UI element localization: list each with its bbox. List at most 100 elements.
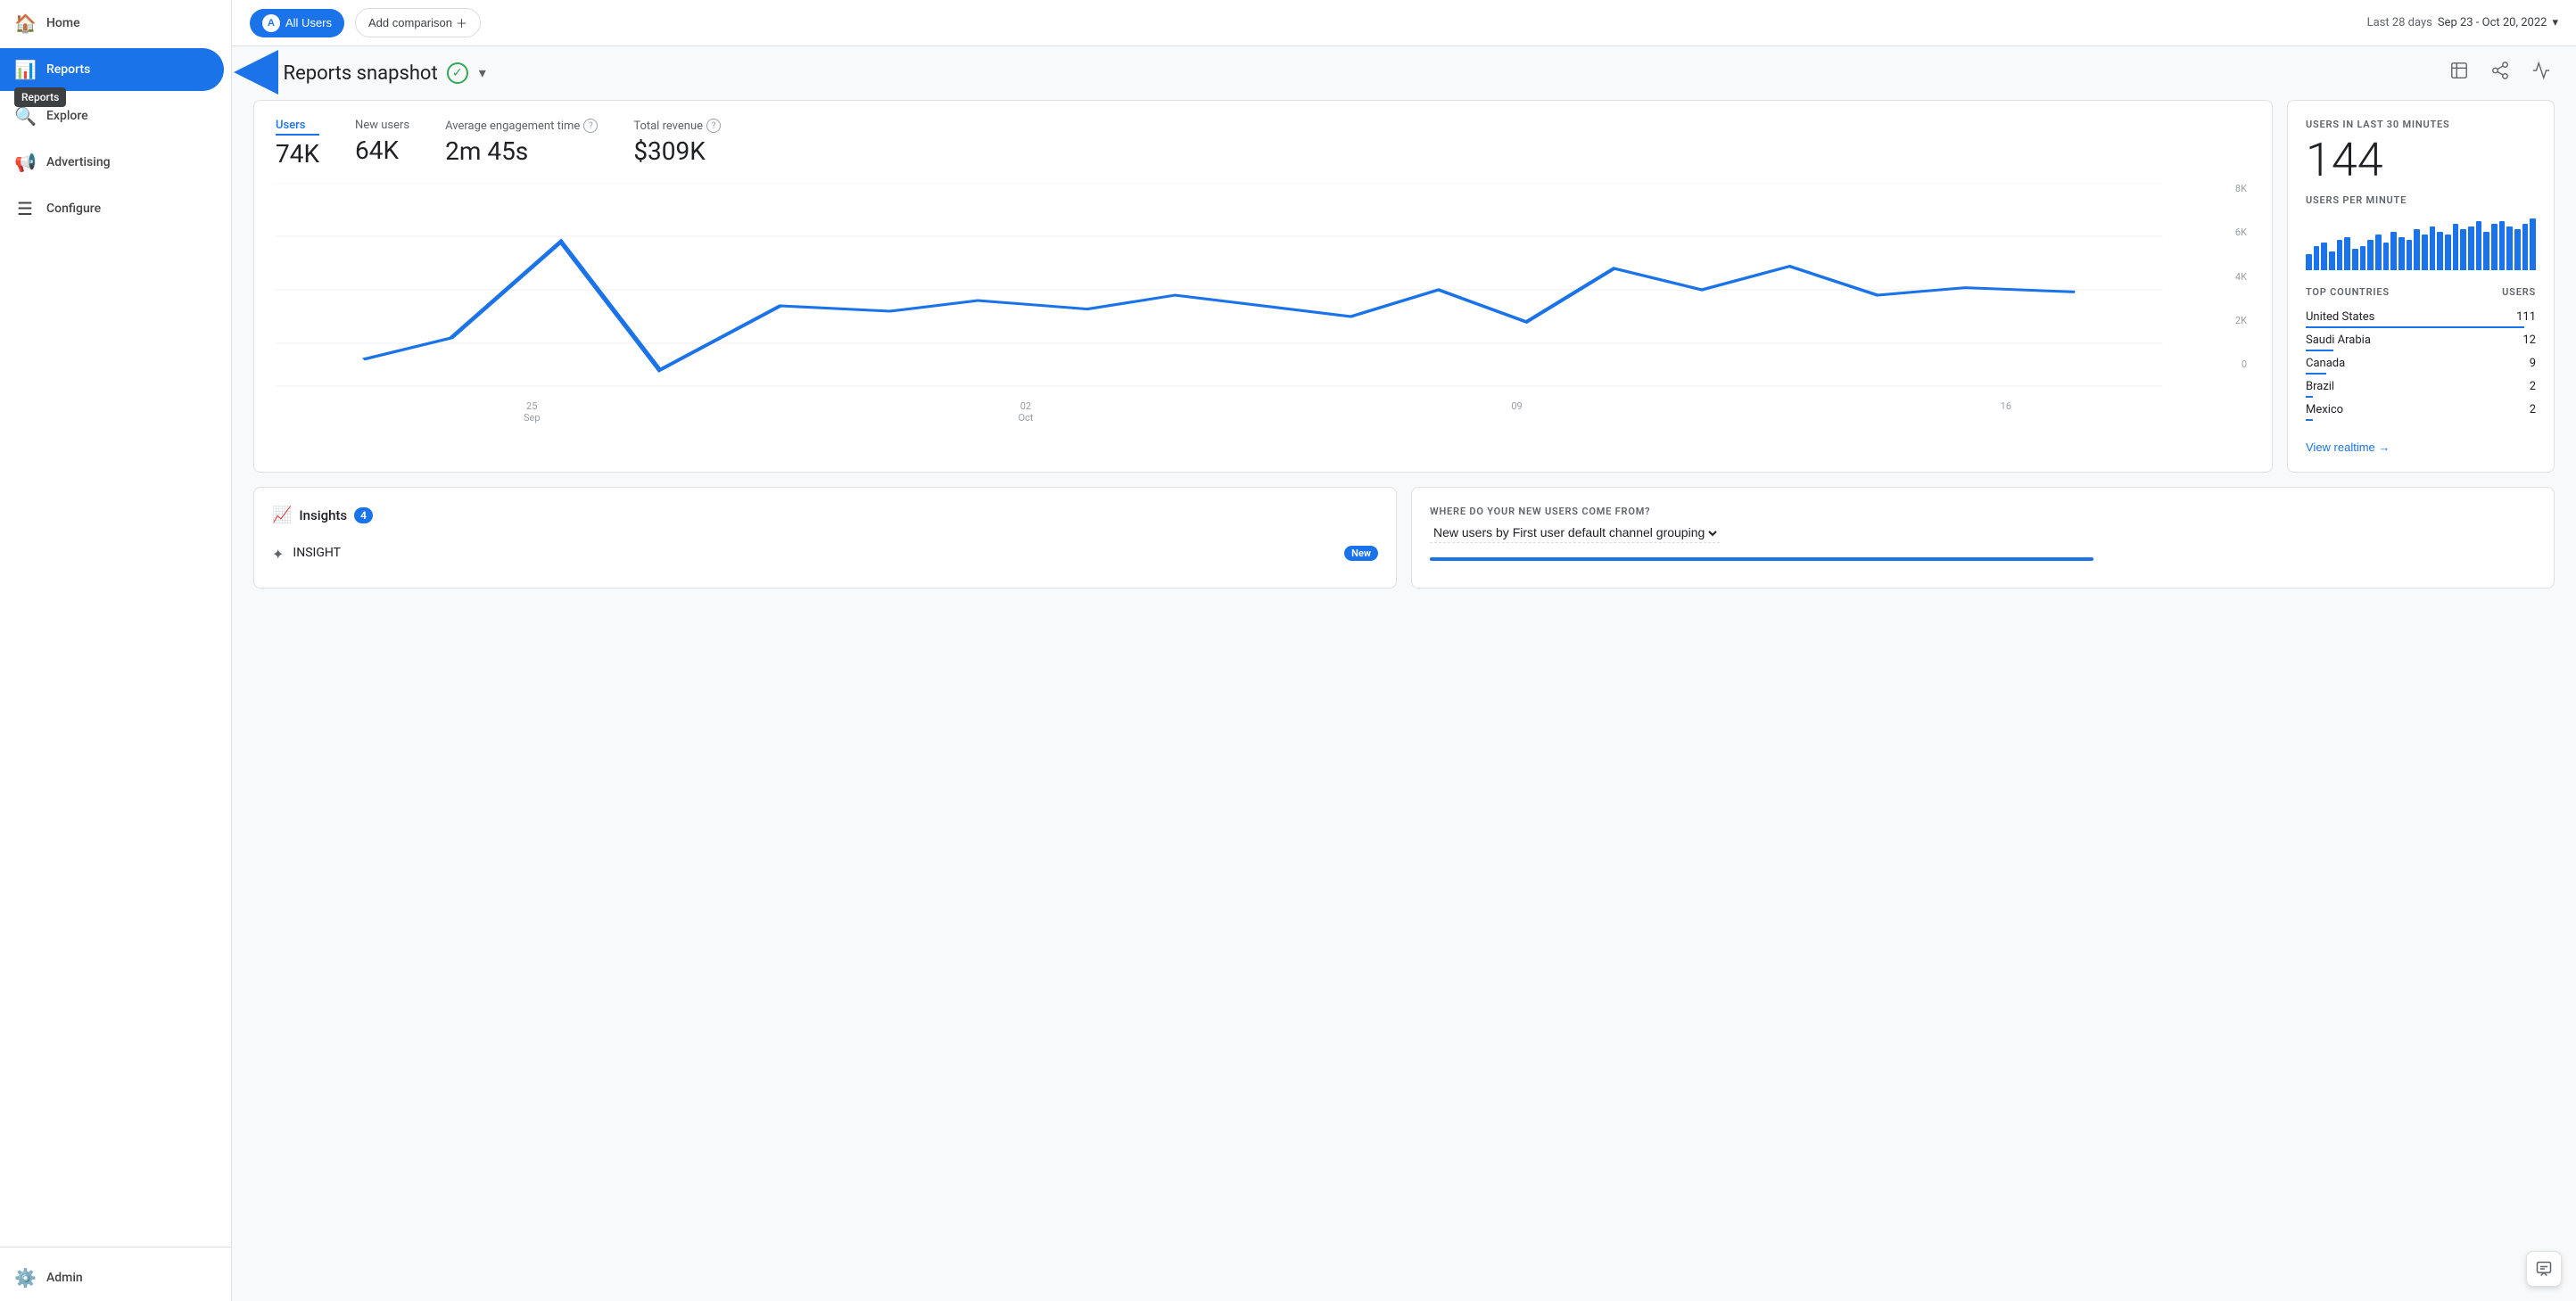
countries-header: TOP COUNTRIES USERS [2306, 286, 2536, 298]
insight-sparkle-icon: ✦ [272, 546, 284, 563]
date-range-picker[interactable]: Last 28 days Sep 23 - Oct 20, 2022 ▾ [2367, 16, 2558, 29]
insight-label: INSIGHT [293, 546, 341, 560]
country-name-row: Brazil 2 [2306, 380, 2536, 393]
segment-avatar: A [262, 14, 280, 32]
sidebar-item-reports[interactable]: 📊 Reports Reports [0, 48, 224, 91]
country-users: 12 [2522, 333, 2536, 347]
share-icon-button[interactable] [2487, 57, 2514, 89]
country-users: 111 [2516, 310, 2536, 324]
export-icon-button[interactable] [2446, 57, 2473, 89]
channel-card: WHERE DO YOUR NEW USERS COME FROM? New u… [1411, 487, 2555, 589]
total-revenue-value: $309K [633, 136, 721, 166]
bar-item [2468, 226, 2474, 270]
total-revenue-info-icon[interactable]: ? [706, 119, 721, 133]
main-content: A All Users Add comparison ＋ Last 28 day… [232, 0, 2576, 1301]
insights-title: Insights [299, 507, 347, 523]
total-revenue-metric: Total revenue ? $309K [633, 119, 721, 169]
bar-item [2306, 254, 2312, 270]
bar-item [2506, 226, 2513, 270]
country-name-row: United States 111 [2306, 310, 2536, 324]
realtime-card: USERS IN LAST 30 MINUTES 144 USERS PER M… [2287, 100, 2555, 473]
bar-item [2476, 221, 2482, 270]
bar-item [2491, 224, 2498, 270]
bar-item [2460, 229, 2466, 270]
chart-x-labels: 25Sep 02Oct 09 16 [276, 397, 2250, 424]
sidebar-item-configure[interactable]: ☰ Configure [0, 187, 224, 230]
insights-card: 📈 Insights 4 ✦ INSIGHT New [253, 487, 1397, 589]
top-bar: A All Users Add comparison ＋ Last 28 day… [232, 0, 2576, 46]
avg-engagement-label: Average engagement time ? [445, 119, 598, 133]
bar-item [2367, 240, 2374, 270]
bar-item [2383, 243, 2390, 270]
date-last-label: Last 28 days [2367, 16, 2432, 29]
realtime-title: USERS IN LAST 30 MINUTES [2306, 119, 2536, 130]
country-name: Mexico [2306, 403, 2343, 416]
country-name: Canada [2306, 357, 2345, 370]
scroll-area[interactable]: Users 74K New users 64K Average engageme… [232, 89, 2576, 1301]
all-users-segment[interactable]: A All Users [250, 9, 344, 37]
avg-engagement-info-icon[interactable]: ? [583, 119, 598, 133]
bar-item [2390, 232, 2397, 270]
insights-icon-button[interactable] [2528, 57, 2555, 89]
sidebar-item-label: Admin [46, 1271, 83, 1285]
bar-item [2422, 235, 2428, 270]
bar-item [2321, 243, 2327, 270]
insight-new-badge: New [1344, 546, 1378, 561]
insights-header: 📈 Insights 4 [272, 506, 1378, 524]
x-label-oct09: 09 [1511, 400, 1522, 424]
country-name-row: Mexico 2 [2306, 403, 2536, 416]
home-icon: 🏠 [14, 12, 36, 34]
bottom-dashboard-row: 📈 Insights 4 ✦ INSIGHT New WHERE DO YOUR… [253, 487, 2555, 589]
add-comparison-button[interactable]: Add comparison ＋ [355, 8, 481, 37]
country-users: 9 [2530, 357, 2536, 370]
country-bar [2306, 419, 2313, 421]
page-dropdown-button[interactable]: ▾ [477, 62, 488, 84]
insights-badge: 4 [354, 507, 373, 523]
bar-item [2344, 237, 2350, 270]
sidebar-item-admin[interactable]: ⚙️ Admin [0, 1256, 224, 1299]
line-chart: 8K 6K 4K 2K 0 [276, 183, 2250, 397]
sidebar-item-label: Reports [46, 62, 90, 77]
view-realtime-label: View realtime → [2306, 441, 2390, 454]
country-name-row: Saudi Arabia 12 [2306, 333, 2536, 347]
country-row: Brazil 2 [2306, 380, 2536, 398]
realtime-subtitle: USERS PER MINUTE [2306, 194, 2536, 206]
bar-item [2329, 251, 2335, 270]
sidebar-item-home[interactable]: 🏠 Home [0, 2, 224, 45]
bar-item [2499, 221, 2506, 270]
sidebar: 🏠 Home 📊 Reports Reports 🔍 Explore 📢 Adv… [0, 0, 232, 1301]
view-realtime-button[interactable]: View realtime → [2306, 441, 2536, 454]
bar-item [2314, 246, 2320, 270]
bar-item [2398, 237, 2405, 270]
page-header-actions [2446, 57, 2555, 89]
country-row: Mexico 2 [2306, 403, 2536, 421]
countries-header-users: USERS [2502, 286, 2536, 298]
country-row: United States 111 [2306, 310, 2536, 328]
new-users-value: 64K [355, 136, 409, 165]
main-dashboard-row: Users 74K New users 64K Average engageme… [253, 100, 2555, 473]
bar-item [2407, 240, 2413, 270]
bar-item [2337, 240, 2343, 270]
avg-engagement-value: 2m 45s [445, 136, 598, 166]
country-name: United States [2306, 310, 2374, 324]
channel-grouping-select[interactable]: New users by First user default channel … [1430, 524, 1720, 543]
sidebar-item-advertising[interactable]: 📢 Advertising [0, 141, 224, 184]
sidebar-item-label: Explore [46, 109, 88, 123]
explore-icon: 🔍 [14, 105, 36, 127]
country-users: 2 [2530, 380, 2536, 393]
configure-icon: ☰ [14, 198, 36, 219]
countries-header-label: TOP COUNTRIES [2306, 286, 2390, 298]
countries-list: United States 111 Saudi Arabia 12 Canada… [2306, 305, 2536, 426]
realtime-bar-chart [2306, 217, 2536, 270]
avg-engagement-metric: Average engagement time ? 2m 45s [445, 119, 598, 169]
chat-button[interactable] [2526, 1251, 2562, 1287]
users-value: 74K [276, 139, 319, 169]
bar-item [2522, 224, 2529, 270]
x-label-oct16: 16 [2001, 400, 2011, 424]
reports-icon: 📊 [14, 59, 36, 80]
bar-item [2530, 218, 2536, 270]
sidebar-bottom: ⚙️ Admin [0, 1247, 231, 1301]
country-row: Canada 9 [2306, 357, 2536, 375]
country-name-row: Canada 9 [2306, 357, 2536, 370]
sidebar-item-label: Configure [46, 202, 101, 216]
